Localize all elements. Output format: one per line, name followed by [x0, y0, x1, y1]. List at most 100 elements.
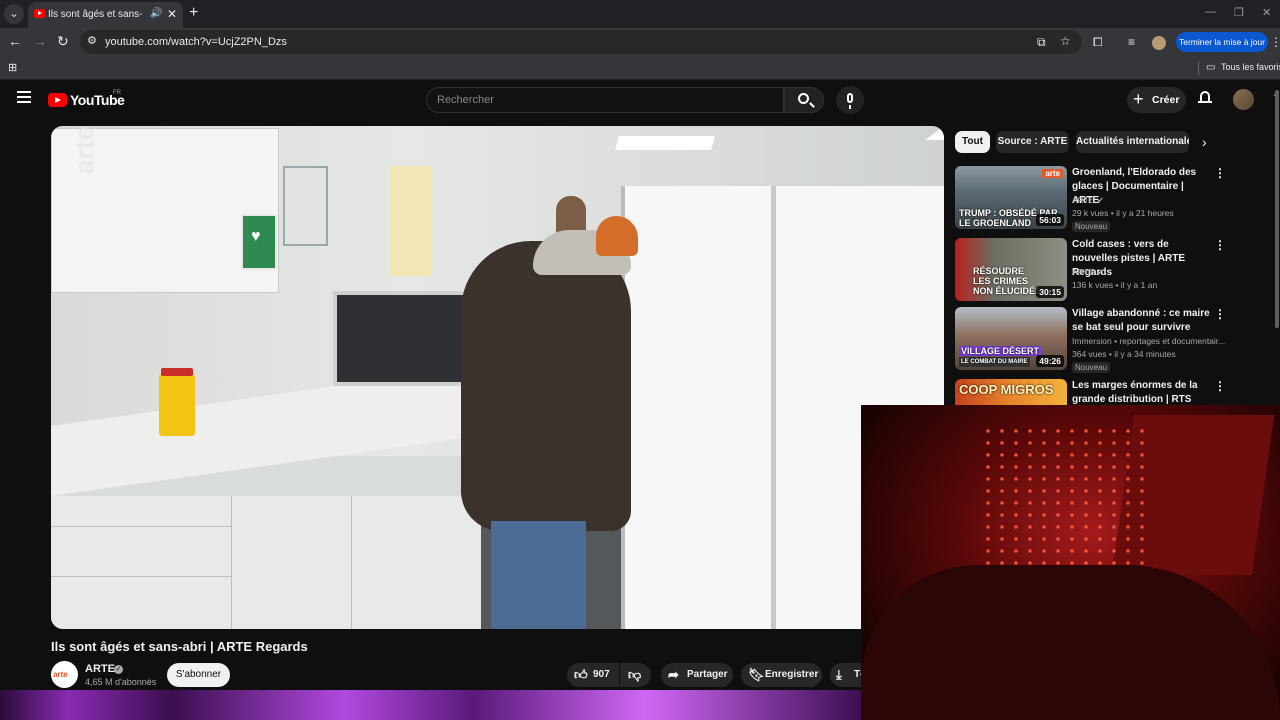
video-frame-person-jeans: [491, 521, 586, 629]
video-frame-lower-cabinets: [51, 496, 481, 629]
video-frame-person-coat: [461, 241, 631, 531]
subscribe-button[interactable]: S'abonner: [167, 663, 230, 687]
extensions-puzzle-icon[interactable]: ⧠: [1093, 35, 1103, 50]
verified-check-icon: ✔: [1096, 195, 1105, 205]
speaker-icon[interactable]: 🔊: [150, 8, 162, 19]
recommendation-title[interactable]: Les marges énormes de la grande distribu…: [1072, 379, 1212, 405]
download-button[interactable]: ⤓ Té: [830, 663, 866, 687]
dislike-button[interactable]: 👎︎: [620, 663, 651, 687]
share-button[interactable]: ➦ Partager: [661, 663, 733, 687]
video-duration: 49:26: [1036, 355, 1064, 367]
arte-logo-tag: arte: [1042, 169, 1063, 178]
bookmark-star-icon[interactable]: ☆: [1060, 34, 1071, 48]
recommendation-channel: Immersion • reportages et documentair...: [1072, 336, 1226, 346]
window-close-icon[interactable]: ✕: [1262, 6, 1271, 19]
update-browser-button[interactable]: Terminer la mise à jour: [1176, 32, 1268, 52]
save-button[interactable]: 🔖︎ Enregistrer: [741, 663, 822, 687]
bookmarks-divider: [1198, 61, 1199, 75]
video-frame-sign: [283, 166, 328, 246]
url-text[interactable]: youtube.com/watch?v=UcjZ2PN_Dzs: [105, 36, 287, 48]
more-options-kebab-icon[interactable]: ⋮: [1214, 379, 1226, 393]
install-app-icon[interactable]: ⧉: [1037, 35, 1046, 50]
youtube-logo-icon[interactable]: [48, 93, 67, 107]
new-badge: Nouveau: [1072, 221, 1111, 232]
create-label: Créer: [1152, 94, 1180, 106]
all-bookmarks-link[interactable]: Tous les favoris: [1221, 62, 1280, 72]
channel-avatar-text: arte: [53, 670, 68, 679]
apps-grid-icon[interactable]: ⊞: [8, 61, 17, 74]
bookmarks-bar: ⊞ ▭ Tous les favoris: [0, 56, 1280, 80]
back-arrow-icon[interactable]: ←: [8, 33, 22, 49]
thumbnail-caption: RÉSOUDRE LES CRIMES NON ÉLUCIDÉS: [973, 266, 1042, 296]
recommendation-channel: ARTE ✔: [1072, 267, 1105, 277]
country-code: FR: [113, 90, 121, 96]
folder-icon: ▭: [1206, 62, 1216, 73]
guide-menu-icon[interactable]: [17, 91, 31, 103]
voice-search-button[interactable]: [836, 86, 864, 114]
video-title: Ils sont âgés et sans-abri | ARTE Regard…: [51, 639, 308, 654]
verified-check-icon: ✓: [114, 665, 123, 674]
recommendation-item[interactable]: COOP MIGROS Les marges énormes de la gra…: [955, 379, 1273, 405]
tab-close-icon[interactable]: ✕: [167, 7, 177, 21]
plus-icon: +: [1133, 89, 1144, 109]
reload-icon[interactable]: ↻: [57, 33, 69, 50]
recommendation-thumbnail[interactable]: COOP MIGROS: [955, 379, 1067, 405]
bookmark-icon: 🔖︎: [748, 667, 765, 682]
recommendation-channel: ARTE ✔: [1072, 195, 1105, 205]
recommendation-thumbnail[interactable]: arte TRUMP : OBSÉDÉ PAR LE GROENLAND 56:…: [955, 166, 1067, 229]
search-button[interactable]: [784, 87, 824, 113]
more-options-kebab-icon[interactable]: ⋮: [1214, 238, 1226, 252]
notifications-bell-icon[interactable]: [1198, 91, 1212, 105]
address-bar[interactable]: ⚙ youtube.com/watch?v=UcjZ2PN_Dzs ⧉ ☆: [80, 30, 1082, 54]
recommendation-thumbnail[interactable]: VILLAGE DÉSERT LE COMBAT DU MAIRE 49:26: [955, 307, 1067, 370]
chip-international-news[interactable]: Actualités internationales: [1076, 131, 1189, 153]
like-button[interactable]: 👍︎ 907: [567, 663, 619, 687]
video-frame-light: [615, 136, 715, 150]
tab-search-chevron-icon[interactable]: ⌄: [4, 4, 24, 24]
user-avatar[interactable]: [1233, 89, 1254, 110]
recommendation-stats: 136 k vues • il y a 1 an: [1072, 280, 1158, 290]
search-placeholder: Rechercher: [437, 94, 494, 106]
verified-check-icon: ✔: [1096, 267, 1105, 277]
video-frame-person-hat: [596, 216, 638, 256]
create-button[interactable]: + Créer: [1127, 87, 1186, 113]
video-frame-doorway: [389, 166, 431, 276]
chip-all[interactable]: Tout: [955, 131, 990, 153]
video-frame-microwave: [333, 291, 476, 386]
recommendation-stats: 29 k vues • il y a 21 heures: [1072, 208, 1174, 218]
video-player[interactable]: arte: [51, 126, 944, 629]
forward-arrow-icon[interactable]: →: [33, 33, 47, 49]
recommendation-item[interactable]: arte TRUMP : OBSÉDÉ PAR LE GROENLAND 56:…: [955, 166, 1273, 232]
more-options-kebab-icon[interactable]: ⋮: [1214, 307, 1226, 321]
minimize-icon[interactable]: —: [1205, 6, 1216, 18]
reading-list-icon[interactable]: ≡: [1128, 35, 1135, 49]
channel-avatar[interactable]: arte: [51, 661, 78, 688]
recommendation-title[interactable]: Village abandonné : ce maire se bat seul…: [1072, 307, 1212, 335]
chips-next-chevron-icon[interactable]: ›: [1202, 134, 1207, 150]
search-icon: [798, 93, 809, 104]
browser-tab-active[interactable]: Ils sont âgés et sans-abri | ARTE Regard…: [28, 2, 183, 28]
recommendation-item[interactable]: RÉSOUDRE LES CRIMES NON ÉLUCIDÉS 30:15 C…: [955, 238, 1273, 302]
recommendation-item[interactable]: VILLAGE DÉSERT LE COMBAT DU MAIRE 49:26 …: [955, 307, 1273, 373]
browser-profile-avatar[interactable]: [1152, 36, 1166, 50]
more-options-kebab-icon[interactable]: ⋮: [1214, 166, 1226, 180]
video-duration: 30:15: [1036, 286, 1064, 298]
search-input[interactable]: Rechercher: [426, 87, 784, 113]
maximize-icon[interactable]: ❐: [1234, 6, 1244, 19]
page-scrollbar[interactable]: [1275, 90, 1279, 328]
chip-source-arte[interactable]: Source : ARTE: [996, 131, 1069, 153]
recommendation-stats: 364 vues • il y a 34 minutes: [1072, 349, 1176, 359]
site-info-icon[interactable]: ⚙: [87, 34, 97, 47]
youtube-favicon-icon: [34, 9, 45, 18]
purple-overlay-strip: [0, 690, 861, 720]
thumbnail-subcaption: LE COMBAT DU MAIRE: [959, 357, 1030, 367]
recommendation-thumbnail[interactable]: RÉSOUDRE LES CRIMES NON ÉLUCIDÉS 30:15: [955, 238, 1067, 301]
microphone-icon: [847, 93, 853, 109]
tab-title: Ils sont âgés et sans-abri | ARTE Regard…: [48, 9, 143, 20]
arte-watermark: arte: [69, 126, 99, 174]
webcam-overlay: [861, 405, 1280, 720]
channel-name[interactable]: ARTE: [85, 663, 115, 675]
browser-menu-kebab-icon[interactable]: ⋮: [1270, 35, 1280, 49]
new-tab-plus-icon[interactable]: +: [189, 4, 198, 22]
video-duration: 56:03: [1036, 214, 1064, 226]
